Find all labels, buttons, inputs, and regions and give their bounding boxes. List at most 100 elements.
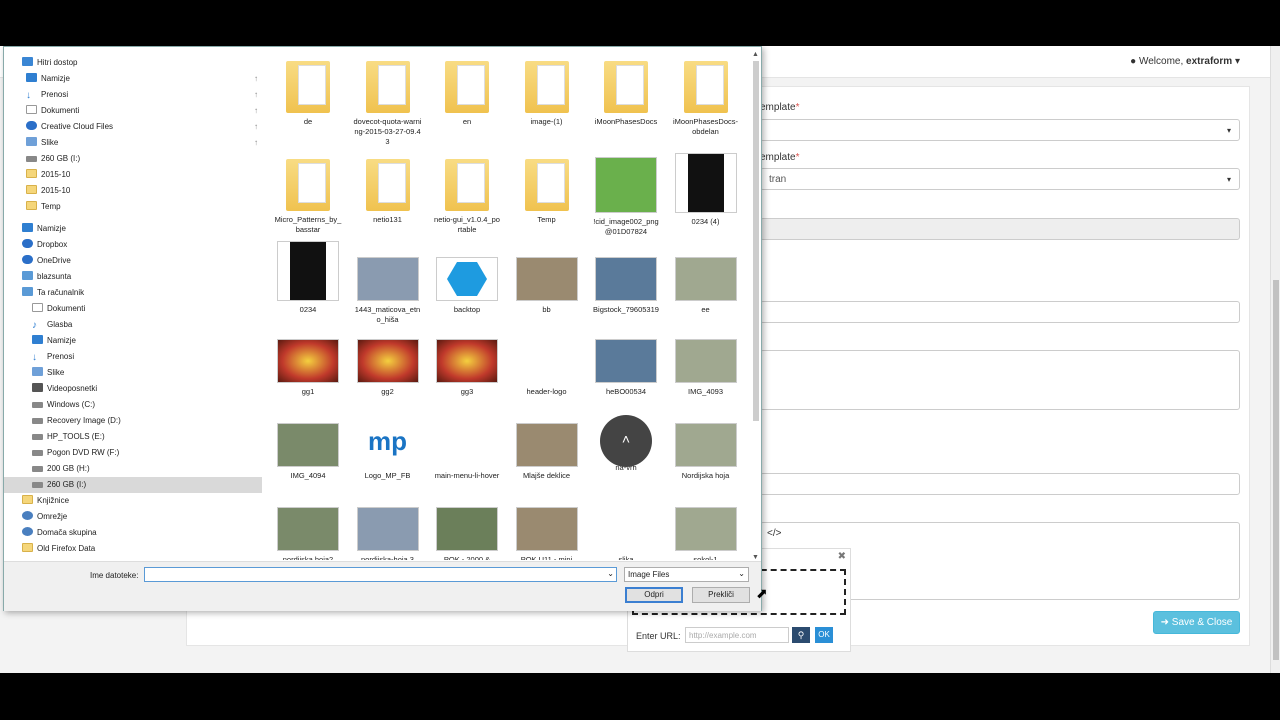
nav-item[interactable]: Recovery Image (D:) — [4, 413, 262, 429]
file-name: !cid_image002_png@01D07824 — [593, 217, 659, 236]
nav-item[interactable]: HP_TOOLS (E:) — [4, 429, 262, 445]
nav-item[interactable]: ↓ Prenosi — [4, 349, 262, 365]
nav-item-label: Dropbox — [37, 240, 68, 249]
file-item[interactable]: en — [429, 55, 505, 151]
textarea-1[interactable] — [760, 350, 1240, 410]
scroll-up-icon[interactable]: ▲ — [752, 51, 759, 58]
image-thumbnail-icon — [674, 153, 737, 213]
nav-item[interactable]: Domača skupina — [4, 525, 262, 541]
nav-item[interactable]: Pogon DVD RW (F:) — [4, 445, 262, 461]
file-item[interactable]: header-logo — [509, 323, 585, 419]
file-item[interactable]: IMG_4094 — [270, 407, 346, 503]
file-item[interactable]: ˄ na-vrh — [588, 407, 664, 503]
blue-icon — [32, 335, 43, 344]
nav-item[interactable]: Namizje — [4, 221, 262, 237]
file-item[interactable]: gg1 — [270, 323, 346, 419]
nav-item[interactable]: 2015-10 — [4, 183, 262, 199]
url-input[interactable]: http://example.com — [685, 627, 789, 643]
nav-item[interactable]: OneDrive — [4, 253, 262, 269]
filename-input[interactable]: ⌄ — [144, 567, 617, 582]
file-item[interactable]: nordijska hoja2 — [270, 491, 346, 560]
nav-item[interactable]: Dokumenti — [4, 301, 262, 317]
close-icon[interactable]: ✖ — [838, 551, 846, 562]
nav-item[interactable]: Creative Cloud Files ↑ — [4, 119, 262, 135]
nav-item[interactable]: Omrežje — [4, 509, 262, 525]
nav-item[interactable]: Dropbox — [4, 237, 262, 253]
file-item[interactable]: nordijska-hoja 3 — [350, 491, 426, 560]
nav-item[interactable]: 200 GB (H:) — [4, 461, 262, 477]
search-icon[interactable]: ⚲ — [792, 627, 810, 643]
file-item[interactable]: main-menu-li-hover — [429, 407, 505, 503]
user-menu[interactable]: ● Welcome, extraform ▾ — [1130, 56, 1240, 67]
star-icon — [22, 57, 33, 66]
file-item[interactable]: gg3 — [429, 323, 505, 419]
scroll-down-icon[interactable]: ▼ — [752, 554, 759, 561]
template-label-1: emplate* — [760, 102, 800, 113]
nav-item[interactable]: Namizje — [4, 333, 262, 349]
file-item[interactable]: heBO00534 — [588, 323, 664, 419]
file-item[interactable]: gg2 — [350, 323, 426, 419]
nav-item[interactable]: ♪ Glasba — [4, 317, 262, 333]
nav-item[interactable]: Ta računalnik — [4, 285, 262, 301]
save-icon: ➜ — [1160, 617, 1172, 628]
save-close-button[interactable]: ➜ Save & Close — [1153, 611, 1240, 634]
nav-item[interactable]: blazsunta — [4, 269, 262, 285]
nav-item-label: Namizje — [47, 336, 76, 345]
file-name: gg3 — [460, 387, 474, 396]
nav-item[interactable]: 260 GB (I:) — [4, 151, 262, 167]
nav-item[interactable]: Videoposnetki — [4, 381, 262, 397]
file-item[interactable]: slika — [588, 491, 664, 560]
file-item[interactable]: Mlajše deklice — [509, 407, 585, 503]
code-view-icon[interactable]: </> — [767, 528, 781, 539]
file-item[interactable]: dovecot-quota-warning-2015-03-27-09.43 — [350, 55, 426, 151]
template-select-2[interactable]: tran ▾ — [760, 168, 1240, 190]
file-item[interactable]: POK U11 - mini — [509, 491, 585, 560]
file-item[interactable]: POK - 2000 & — [429, 491, 505, 560]
nav-item[interactable]: Namizje ↑ — [4, 71, 262, 87]
nav-item[interactable]: Hitri dostop — [4, 55, 262, 71]
scrollbar-thumb[interactable] — [753, 61, 759, 421]
file-item[interactable]: mp Logo_MP_FB — [350, 407, 426, 503]
file-name: de — [303, 117, 313, 126]
nav-item[interactable]: 260 GB (I:) — [4, 477, 262, 493]
file-item[interactable]: Nordijska hoja — [668, 407, 744, 503]
file-item[interactable]: sokol-1 — [668, 491, 744, 560]
chevron-down-icon[interactable]: ⌄ — [607, 569, 614, 578]
nav-item[interactable]: Old Firefox Data — [4, 541, 262, 557]
file-name: slika — [618, 555, 634, 560]
file-item[interactable]: iMoonPhasesDocs — [588, 55, 664, 151]
template-select-1[interactable]: ▾ — [760, 119, 1240, 141]
url-ok-button[interactable]: OK — [815, 627, 833, 643]
open-button[interactable]: Odpri — [625, 587, 683, 603]
nav-item[interactable]: ↓ Prenosi ↑ — [4, 87, 262, 103]
nav-item[interactable]: Slike — [4, 365, 262, 381]
page-scrollbar-thumb[interactable] — [1273, 280, 1279, 660]
text-field-2[interactable] — [760, 473, 1240, 495]
file-item[interactable]: Micro_Patterns_by_basstar — [270, 153, 346, 249]
file-item[interactable]: 0234 (4) — [668, 153, 744, 249]
file-name: POK - 2000 & — [443, 555, 491, 560]
file-grid-scrollbar[interactable]: ▲ ▼ — [749, 51, 761, 561]
file-item[interactable]: netio-gui_v1.0.4_portable — [429, 153, 505, 249]
file-name: gg1 — [301, 387, 315, 396]
nav-item[interactable]: Dokumenti ↑ — [4, 103, 262, 119]
file-item[interactable]: image-(1) — [509, 55, 585, 151]
page-scrollbar[interactable] — [1270, 46, 1280, 673]
nav-item[interactable]: Windows (C:) — [4, 397, 262, 413]
nav-item-label: Namizje — [37, 224, 66, 233]
nav-item[interactable]: 2015-10 — [4, 167, 262, 183]
nav-item[interactable]: Knjižnice — [4, 493, 262, 509]
folder-icon — [26, 169, 37, 178]
file-name: en — [462, 117, 472, 126]
file-item[interactable]: de — [270, 55, 346, 151]
text-field-1[interactable] — [760, 301, 1240, 323]
nav-item[interactable]: Temp — [4, 199, 262, 215]
file-item[interactable]: Temp — [509, 153, 585, 249]
filetype-select[interactable]: Image Files ⌄ — [624, 567, 749, 582]
nav-item[interactable]: Slike ↑ — [4, 135, 262, 151]
file-item[interactable]: IMG_4093 — [668, 323, 744, 419]
file-item[interactable]: netio131 — [350, 153, 426, 249]
file-item[interactable]: !cid_image002_png@01D07824 — [588, 153, 664, 249]
cancel-button[interactable]: Prekliči — [692, 587, 750, 603]
file-item[interactable]: iMoonPhasesDocs-obdelan — [668, 55, 744, 151]
